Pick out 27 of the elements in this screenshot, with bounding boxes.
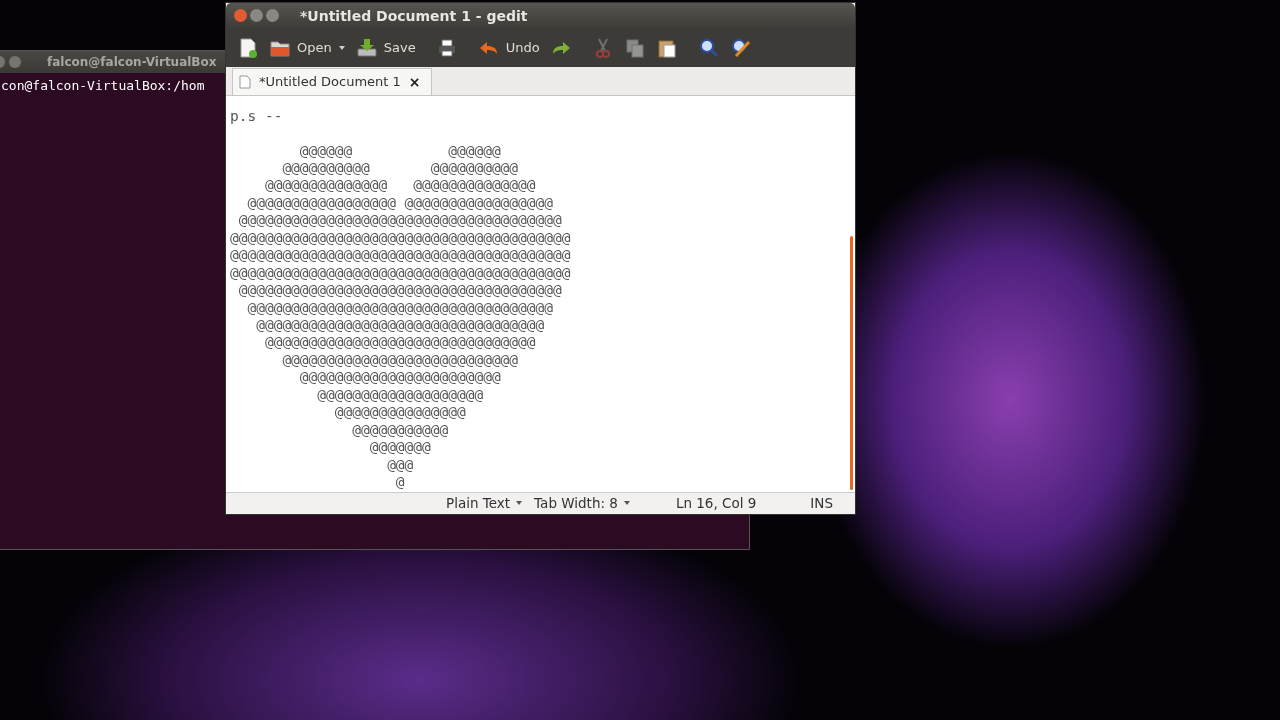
close-icon[interactable]	[234, 9, 247, 23]
copy-icon	[623, 36, 646, 59]
status-dropdown[interactable]: Plain Text	[440, 495, 529, 512]
status-dropdown[interactable]: Tab Width: 8	[528, 495, 636, 512]
terminal-prompt: con@falcon-VirtualBox:/hom	[1, 78, 205, 93]
document-tab[interactable]: *Untitled Document 1 ×	[232, 67, 432, 95]
minimize-icon[interactable]	[9, 56, 21, 68]
status-text: INS	[809, 495, 834, 512]
maximize-icon[interactable]	[266, 9, 279, 23]
undo-button[interactable]: Undo	[472, 32, 545, 63]
close-tab-button[interactable]: ×	[408, 73, 421, 90]
save-button[interactable]: Save	[350, 32, 421, 63]
window-title: falcon@falcon-VirtualBox	[47, 55, 217, 69]
text-line: p.s --	[230, 107, 284, 126]
replace-icon	[729, 36, 752, 59]
status-text: Ln 16, Col 9	[674, 495, 758, 512]
minimize-icon[interactable]	[250, 9, 263, 23]
save-icon	[355, 36, 378, 59]
find-icon	[697, 36, 720, 59]
document-icon	[239, 74, 251, 89]
window-title: *Untitled Document 1 - gedit	[300, 7, 528, 24]
caret-icon[interactable]	[338, 45, 345, 50]
open-button[interactable]: Open	[264, 32, 337, 63]
ascii-heart-art: @@@@@@ @@@@@@ @@@@@@@@@@ @@@@@@@@@@ @@@@@@@@@@@@@@ @@@@@@@@@@@@@@ @@@@@@@@@@@@@@@@@ @@@@@@@@@@@@@@@@@ @@@@@@@@@@@@@@@@@@@@@@@@@@@@@@@@@@@@@ @@@@@@@@@@@@@@@@@@@@@@@@@@@@@@@@@@@@@@@ @@@@@@@@@@@@@@@@@@@@@@@@@@@@@@@@@@@@@@@ @@@@@@@@@@@@@@@@@@@@@@@@@@@@@@@@@@@@@@@ @@@@@@@@@@@@@@@@@@@@@@@@@@@@@@@@@@@@@ @@@@@@@@@@@@@@@@@@@@@@@@@@@@@@@@@@@ @@@@@@@@@@@@@@@@@@@@@@@@@@@@@@@@@ @@@@@@@@@@@@@@@@@@@@@@@@@@@@@@@ @@@@@@@@@@@@@@@@@@@@@@@@@@@ @@@@@@@@@@@@@@@@@@@@@@@ @@@@@@@@@@@@@@@@@@@ @@@@@@@@@@@@@@@ @@@@@@@@@@@ @@@@@@@ @@@ @	[230, 142, 571, 492]
text-editor[interactable]	[226, 95, 855, 492]
new-icon	[237, 36, 259, 59]
scrollbar[interactable]	[850, 235, 853, 490]
